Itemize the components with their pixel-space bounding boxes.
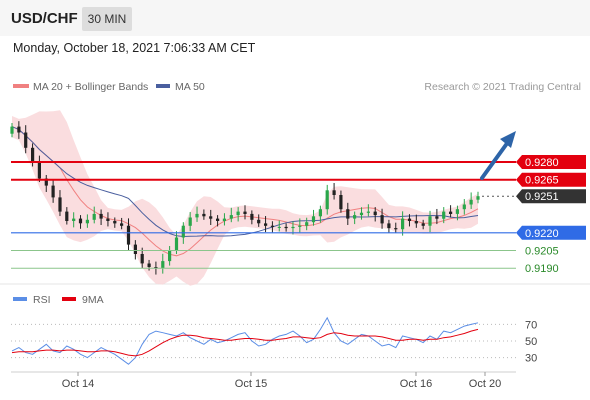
candle-body [236,211,240,216]
candle-body [462,204,466,210]
rsi-ma-legend-label: 9MA [82,294,104,306]
candle-body [387,223,391,229]
candle-body [311,216,316,223]
candle-body [407,218,412,221]
candle-body [428,216,432,226]
candle-body [168,250,172,262]
candle-body [243,211,247,214]
rsi-legend-swatch [13,297,27,301]
candle-body [449,211,453,214]
candle-body [174,237,179,251]
forecast-arrow [480,140,510,180]
candle-body [394,228,398,230]
candle-body [10,126,14,134]
rsi-legend-label: RSI [33,294,51,306]
candle-body [133,244,137,254]
candle-body [353,215,357,219]
candle-body [188,217,192,226]
candle-body [17,126,21,133]
ma20-legend-label: MA 20 + Bollinger Bands [33,81,148,93]
candle-body [298,225,302,227]
candle-body [161,261,165,269]
rsi-tick-label: 70 [525,319,537,331]
candle-body [421,223,425,226]
candle-body [106,218,110,221]
rsi-ma-legend-swatch [62,297,76,301]
ma20-legend-swatch [13,84,29,88]
candle-body [65,211,69,221]
candle-body [58,197,62,212]
candle-body [366,211,370,213]
candle-body [455,209,459,214]
ma50-legend-swatch [156,84,170,88]
candle-body [257,219,261,224]
candle-body [346,209,350,219]
pivot-price-label: 0.9220 [525,228,559,240]
candle-body [216,218,220,221]
candle-body [401,218,405,230]
candle-body [435,216,439,219]
candle-body [250,213,254,220]
candle-body [85,219,89,224]
candle-body [72,218,76,221]
candle-body [318,209,322,217]
ma50-legend-label: MA 50 [175,81,205,93]
candle-body [339,195,343,210]
bollinger-band-area [12,110,478,286]
candle-body [209,216,213,219]
candle-body [291,226,295,229]
candle-body [359,212,364,216]
rsi-tick-label: 30 [525,353,537,365]
candle-body [181,225,185,238]
candle-body [31,147,35,162]
candle-body [229,215,233,219]
support-price-label: 0.9190 [525,263,559,275]
x-tick-label: Oct 16 [400,378,432,390]
candle-body [78,218,83,224]
candle-body [469,199,473,205]
candle-body [284,226,288,229]
candle-body [305,222,309,226]
candle-body [120,223,124,226]
candle-body [51,185,55,198]
candle-body [380,215,384,224]
last-price-label: 0.9251 [525,191,559,203]
price-chart: MA 20 + Bollinger Bands MA 50 Research ©… [0,81,590,390]
candle-body [270,225,274,227]
candle-body [264,223,268,226]
candle-body [113,221,117,224]
candle-body [414,221,418,224]
support-price-label: 0.9205 [525,246,559,258]
x-tick-label: Oct 20 [469,378,501,390]
resistance-price-label: 0.9280 [525,157,559,169]
candle-body [195,213,199,218]
candle-body [325,190,329,210]
candle-body [126,225,131,245]
candle-body [99,213,103,219]
x-tick-label: Oct 15 [235,378,267,390]
candle-body [140,254,144,264]
candle-body [442,211,446,219]
candle-body [147,263,151,267]
candle-body [222,218,226,221]
candle-body [37,162,41,179]
candle-body [332,190,336,195]
rsi-line [11,316,479,365]
candle-body [92,213,96,220]
resistance-price-label: 0.9265 [525,175,559,187]
candle-body [202,213,206,217]
copyright-text: Research © 2021 Trading Central [424,81,581,93]
rsi-tick-label: 50 [525,336,537,348]
candle-body [476,196,480,200]
candle-body [24,132,28,148]
forecast-arrowhead [500,131,516,148]
candle-body [277,226,281,228]
candle-body [373,211,377,216]
x-tick-label: Oct 14 [62,378,94,390]
